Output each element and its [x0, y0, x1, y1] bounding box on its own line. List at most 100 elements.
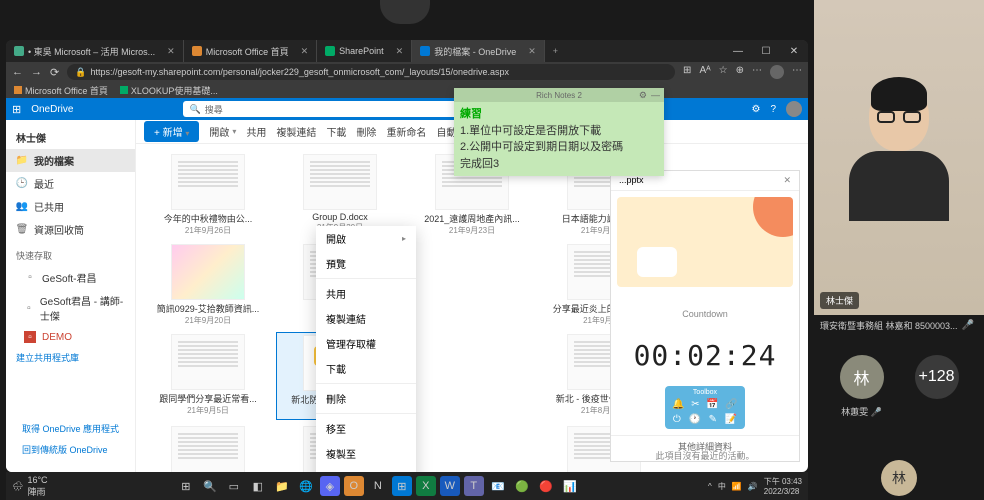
- context-menu-item[interactable]: 開啟▸: [316, 226, 416, 251]
- minimize-icon[interactable]: —: [651, 90, 660, 101]
- file-item[interactable]: [408, 242, 536, 328]
- gear-icon[interactable]: ⚙: [639, 90, 647, 101]
- file-item[interactable]: 跟同學們分享最近常看...21年9月5日: [144, 332, 272, 420]
- sidebar-item-recent[interactable]: 🕒最近: [6, 172, 135, 195]
- classic-link[interactable]: 回到傳統版 OneDrive: [12, 439, 129, 460]
- favorite-icon[interactable]: ☆: [719, 65, 728, 79]
- close-button[interactable]: ✕: [780, 40, 808, 62]
- extensions-icon[interactable]: ⋯: [752, 65, 762, 79]
- video-tile[interactable]: 林 林蕙雯 🎤: [840, 355, 884, 418]
- file-item[interactable]: 台....docx21年8月24日: [144, 424, 272, 472]
- search-button[interactable]: 🔍: [200, 476, 220, 496]
- url-field[interactable]: 🔒https://gesoft-my.sharepoint.com/person…: [67, 64, 675, 80]
- app-icon[interactable]: O: [344, 476, 364, 496]
- detail-footer[interactable]: 其他詳細資料: [611, 435, 799, 457]
- refresh-button[interactable]: ⟳: [50, 66, 59, 79]
- help-icon[interactable]: ?: [770, 104, 776, 115]
- share-button[interactable]: 共用: [246, 124, 266, 139]
- clock[interactable]: 下午 03:432022/3/28: [764, 476, 802, 496]
- app-icon[interactable]: X: [416, 476, 436, 496]
- video-tile-more[interactable]: +128: [915, 355, 959, 418]
- close-details-button[interactable]: ✕: [783, 175, 791, 186]
- widgets-button[interactable]: ◧: [248, 476, 268, 496]
- file-item[interactable]: [408, 332, 536, 420]
- chrome-button[interactable]: 🔴: [536, 476, 556, 496]
- sidebar-quick-item[interactable]: ▫DEMO: [6, 327, 135, 347]
- calendar-icon[interactable]: 📅: [706, 399, 718, 410]
- context-menu-item[interactable]: 下載: [316, 356, 416, 381]
- reader-icon[interactable]: ⊞: [683, 65, 691, 79]
- app-icon[interactable]: 📧: [488, 476, 508, 496]
- forward-button[interactable]: →: [31, 66, 42, 78]
- tab-1[interactable]: Microsoft Office 首頁✕: [184, 40, 317, 62]
- close-icon[interactable]: ✕: [167, 46, 175, 57]
- context-menu-item[interactable]: 管理存取權: [316, 331, 416, 356]
- tab-3[interactable]: 我的檔案 - OneDrive✕: [412, 40, 545, 62]
- context-menu-item[interactable]: 刪除: [316, 386, 416, 411]
- context-menu-item[interactable]: 複製連結: [316, 306, 416, 331]
- app-icon[interactable]: ◈: [320, 476, 340, 496]
- start-button[interactable]: ⊞: [176, 476, 196, 496]
- profile-avatar[interactable]: [770, 65, 784, 79]
- video-main[interactable]: 林士傑: [814, 0, 984, 315]
- copylink-button[interactable]: 複製連結: [276, 124, 316, 139]
- volume-icon[interactable]: 🔊: [748, 482, 758, 491]
- context-menu-item[interactable]: 共用: [316, 281, 416, 306]
- sidebar-item-shared[interactable]: 👥已共用: [6, 195, 135, 218]
- file-item[interactable]: 今年的中秋禮物由公...21年9月26日: [144, 152, 272, 238]
- clock-icon[interactable]: 🕐: [688, 414, 700, 425]
- back-button[interactable]: ←: [12, 66, 23, 78]
- sidebar-quick-item[interactable]: ▫GeSoft-君昌: [6, 266, 135, 289]
- new-button[interactable]: + 新增 ▾: [144, 121, 199, 142]
- taskview-button[interactable]: ▭: [224, 476, 244, 496]
- close-icon[interactable]: ✕: [396, 46, 404, 57]
- note-icon[interactable]: 📝: [725, 414, 737, 425]
- favorite-item[interactable]: XLOOKUP使用基礎...: [120, 84, 218, 97]
- rename-button[interactable]: 重新命名: [386, 124, 426, 139]
- clip-icon[interactable]: ✂: [691, 399, 699, 410]
- file-item[interactable]: 簡訊0929-艾拾教師資訊...21年9月20日: [144, 242, 272, 328]
- video-participant-row[interactable]: 環安衛暨事務組 林嘉和 8500003... 🎤: [814, 315, 984, 335]
- video-bottom-avatar[interactable]: 林: [881, 460, 917, 496]
- close-icon[interactable]: ✕: [528, 46, 536, 57]
- get-app-link[interactable]: 取得 OneDrive 應用程式: [12, 418, 129, 439]
- close-icon[interactable]: ✕: [301, 46, 309, 57]
- edge-button[interactable]: 🌐: [296, 476, 316, 496]
- app-icon[interactable]: ⊞: [392, 476, 412, 496]
- weather-widget[interactable]: 🌧 16°C陣雨: [12, 475, 48, 498]
- bell-icon[interactable]: 🔔: [672, 399, 684, 410]
- pen-icon[interactable]: ✎: [709, 414, 717, 425]
- link-icon[interactable]: 🔗: [725, 399, 737, 410]
- collections-icon[interactable]: ⊕: [736, 65, 744, 79]
- context-menu-item[interactable]: 預覽: [316, 251, 416, 276]
- new-tab-button[interactable]: +: [545, 46, 566, 56]
- network-icon[interactable]: 📶: [732, 482, 742, 491]
- sticky-header[interactable]: Rich Notes 2 ⚙—: [454, 88, 664, 102]
- file-item[interactable]: [408, 424, 536, 472]
- app-launcher-icon[interactable]: ⊞: [12, 103, 21, 116]
- maximize-button[interactable]: ☐: [752, 40, 780, 62]
- app-icon[interactable]: N: [368, 476, 388, 496]
- tab-0[interactable]: • 東吳 Microsoft – 活用 Micros...✕: [6, 40, 184, 62]
- sticky-note[interactable]: Rich Notes 2 ⚙— 練習 1.單位中可設定是否開放下載 2.公開中可…: [454, 88, 664, 176]
- context-menu-item[interactable]: 複製至: [316, 441, 416, 466]
- delete-button[interactable]: 刪除: [356, 124, 376, 139]
- tab-2[interactable]: SharePoint✕: [317, 40, 412, 62]
- explorer-button[interactable]: 📁: [272, 476, 292, 496]
- context-menu-item[interactable]: 重新命名: [316, 466, 416, 472]
- ime-indicator[interactable]: 中: [718, 481, 726, 492]
- app-icon[interactable]: 🟢: [512, 476, 532, 496]
- create-library-link[interactable]: 建立共用程式庫: [6, 347, 135, 368]
- open-button[interactable]: 開啟 ▾: [209, 124, 236, 139]
- sidebar-item-myfiles[interactable]: 📁我的檔案: [6, 149, 135, 172]
- power-icon[interactable]: ⏻: [673, 414, 681, 425]
- settings-icon[interactable]: ⚙: [751, 104, 760, 115]
- download-button[interactable]: 下載: [326, 124, 346, 139]
- user-avatar[interactable]: [786, 101, 802, 117]
- sidebar-quick-item[interactable]: ▫GeSoft君昌 - 講師-士傑: [6, 289, 135, 327]
- sidebar-item-recycle[interactable]: 🗑資源回收筒: [6, 218, 135, 241]
- context-menu-item[interactable]: 移至: [316, 416, 416, 441]
- app-icon[interactable]: W: [440, 476, 460, 496]
- minimize-button[interactable]: —: [724, 40, 752, 62]
- text-size-icon[interactable]: Aᴬ: [699, 65, 710, 79]
